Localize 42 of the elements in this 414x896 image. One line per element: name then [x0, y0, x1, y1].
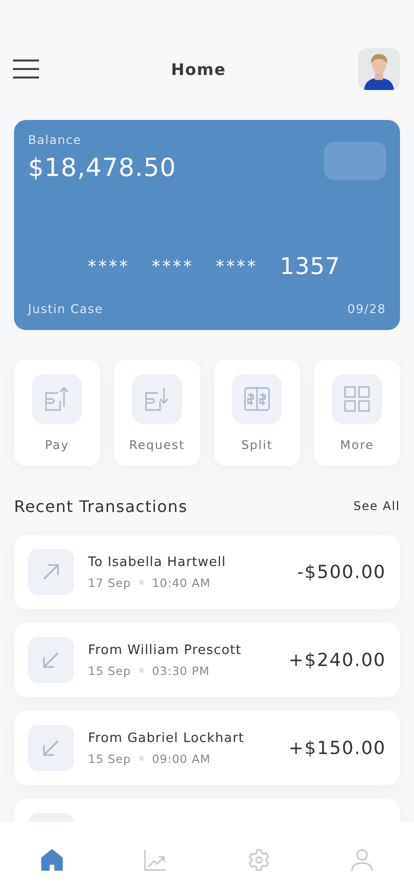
action-button[interactable]: Split	[214, 360, 300, 466]
arrow-down-left-icon	[42, 739, 60, 757]
arrow-down-left-icon	[42, 651, 60, 669]
transaction-time: 09:00 AM	[152, 752, 211, 766]
section-title: Recent Transactions	[14, 496, 188, 516]
transaction-name: From Gabriel Lockhart	[88, 730, 246, 746]
transaction-date: 15 Sep	[88, 752, 131, 766]
transaction-amount: +$240.00	[288, 650, 386, 670]
see-all-link[interactable]: See All	[353, 499, 400, 513]
page-title: Home	[170, 60, 226, 78]
separator-dot	[138, 668, 144, 673]
action-button[interactable]: Request	[114, 360, 200, 466]
balance-card[interactable]: Balance $18,478.50 **** **** **** 1357 Justin Case 09/28	[14, 120, 400, 330]
transaction-time: 10:40 AM	[152, 576, 211, 590]
transaction-amount: -$500.00	[297, 562, 386, 582]
transaction-card[interactable]: From William Prescott 15 Sep 03:30 PM +$240.00	[14, 623, 400, 697]
card-number: ****	[216, 257, 258, 277]
card-number: ****	[152, 257, 194, 277]
split-bill-icon	[243, 385, 271, 413]
wallet-down-arrow-icon	[144, 385, 170, 413]
transaction-name: To Isabella Hartwell	[88, 554, 228, 570]
menu-icon[interactable]	[13, 59, 39, 79]
balance-label: Balance	[28, 133, 82, 147]
action-button[interactable]: More	[314, 360, 400, 466]
arrow-up-right-icon	[42, 563, 60, 581]
transaction-card[interactable]: From Gabriel Lockhart 15 Sep 09:00 AM +$150.00	[14, 711, 400, 785]
transaction-card[interactable]: To Isabella Hartwell 17 Sep 10:40 AM -$500.00	[14, 535, 400, 609]
separator-dot	[138, 756, 144, 761]
transaction-amount: +$150.00	[288, 738, 386, 758]
transaction-time: 03:30 PM	[152, 664, 210, 678]
action-button[interactable]: Pay	[14, 360, 100, 466]
transaction-date: 15 Sep	[88, 664, 131, 678]
transaction-name: From William Prescott	[88, 642, 242, 658]
card-expiry: 09/28	[347, 302, 386, 316]
balance-amount: $18,478.50	[28, 153, 176, 182]
grid-icon	[344, 386, 370, 412]
card-number: 1357	[280, 254, 340, 280]
card-holder: Justin Case	[28, 302, 104, 316]
transaction-date: 17 Sep	[88, 576, 131, 590]
wallet-up-arrow-icon	[44, 385, 70, 413]
card-number: ****	[88, 257, 130, 277]
separator-dot	[138, 580, 144, 585]
